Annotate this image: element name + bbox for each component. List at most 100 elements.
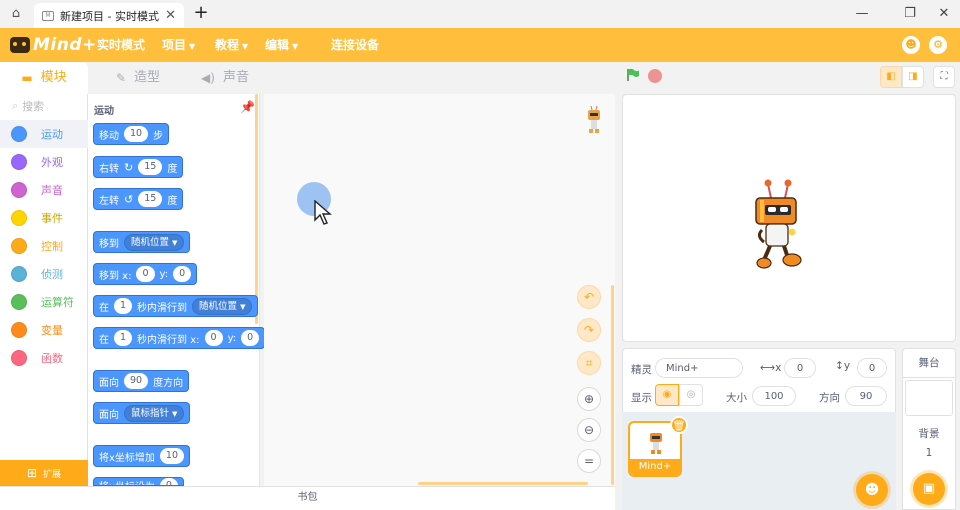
block-dropdown[interactable]: 随机位置 ▼ <box>124 233 185 251</box>
size-input[interactable]: 100 <box>752 386 796 406</box>
block-text: 在 <box>99 302 109 314</box>
robot-account-icon[interactable]: ☻ <box>902 36 920 54</box>
block-number-input[interactable]: 90 <box>124 373 149 389</box>
green-flag-icon[interactable] <box>626 68 640 82</box>
block-turn-left[interactable]: 左转 ↺ 15 度 <box>93 188 184 210</box>
code-workspace[interactable] <box>264 94 615 486</box>
tab-sound[interactable]: ◀) 声音 <box>180 62 270 94</box>
sprite-name-input[interactable]: Mind+ <box>655 358 743 378</box>
block-dropdown[interactable]: 鼠标指针 ▼ <box>124 404 185 422</box>
sprite-card-label: Mind+ <box>630 459 680 475</box>
tutorial-menu[interactable]: 教程 ▼ <box>215 28 248 62</box>
tab-close-icon[interactable]: ✕ <box>165 8 176 23</box>
category-color-dot <box>11 210 27 226</box>
category-item[interactable]: 控制 <box>0 232 88 260</box>
block-number-input[interactable]: 0 <box>159 478 178 485</box>
edit-menu[interactable]: 编辑 ▼ <box>265 28 298 62</box>
block-number-input[interactable]: 10 <box>124 126 149 142</box>
category-item[interactable]: 运动 <box>0 120 88 148</box>
hide-eye-icon[interactable]: ◎ <box>679 384 703 406</box>
palette-scrollbar[interactable] <box>255 94 258 324</box>
redo-icon[interactable]: ↷ <box>577 318 601 342</box>
block-text: 秒内滑行到 x: <box>137 334 200 346</box>
x-position-input[interactable]: 0 <box>784 358 816 378</box>
category-item[interactable]: 外观 <box>0 148 88 176</box>
block-goto-xy[interactable]: 移到 x: 0 y: 0 <box>93 263 198 285</box>
add-backdrop-icon[interactable]: ▣ <box>913 473 945 505</box>
category-label: 外观 <box>41 156 63 169</box>
block-point-towards[interactable]: 面向 鼠标指针 ▼ <box>93 402 191 424</box>
restore-icon[interactable]: ❐ <box>896 4 924 24</box>
block-number-input[interactable]: 10 <box>159 448 185 464</box>
extensions-button[interactable]: ⊞ 扩展 <box>0 460 88 486</box>
window-close-icon[interactable]: ✕ <box>930 4 958 24</box>
block-text: y: <box>159 268 169 280</box>
home-icon[interactable]: ⌂ <box>8 6 24 22</box>
category-color-dot <box>11 322 27 338</box>
browser-tab[interactable]: M 新建项目 - 实时模式 ✕ <box>34 3 184 28</box>
settings-gear-icon[interactable]: ⚙ <box>929 36 947 54</box>
backdrop-count: 1 <box>925 447 933 459</box>
block-number-input[interactable]: 0 <box>136 266 155 282</box>
mode-menu[interactable]: 实时模式 <box>97 28 145 62</box>
category-item[interactable]: 变量 <box>0 316 88 344</box>
connect-device-menu[interactable]: 连接设备 <box>331 28 379 62</box>
zoom-in-icon[interactable]: ⊕ <box>577 387 601 411</box>
search-icon: ⌕ <box>12 99 19 112</box>
large-stage-icon[interactable]: ◨ <box>902 66 924 88</box>
block-change-x[interactable]: 将x坐标增加 10 <box>93 445 191 467</box>
category-label: 变量 <box>41 324 63 337</box>
backdrop-thumbnail[interactable] <box>905 380 953 416</box>
project-menu[interactable]: 项目 ▼ <box>162 28 195 62</box>
add-sprite-icon[interactable]: ☻ <box>856 474 888 506</box>
block-number-input[interactable]: 15 <box>138 159 163 175</box>
stop-icon[interactable] <box>648 69 662 83</box>
tab-code[interactable]: ▬ 模块 <box>0 62 88 94</box>
block-number-input[interactable]: 0 <box>241 330 260 346</box>
dropdown-value: 随机位置 <box>199 300 238 312</box>
block-number-input[interactable]: 1 <box>114 298 133 314</box>
block-number-input[interactable]: 1 <box>114 330 133 346</box>
block-glide-xy[interactable]: 在 1 秒内滑行到 x: 0 y: 0 <box>93 327 266 349</box>
workspace-vertical-scrollbar[interactable] <box>611 285 614 485</box>
block-glide-target[interactable]: 在 1 秒内滑行到 随机位置 ▼ <box>93 295 259 317</box>
new-tab-icon[interactable]: + <box>192 4 210 22</box>
zoom-reset-icon[interactable]: = <box>577 449 601 473</box>
block-turn-right[interactable]: 右转 ↻ 15 度 <box>93 156 184 178</box>
block-goto-target[interactable]: 移到 随机位置 ▼ <box>93 231 191 253</box>
block-number-input[interactable]: 0 <box>173 266 192 282</box>
block-point-direction[interactable]: 面向 90 度方向 <box>93 370 190 392</box>
category-item[interactable]: 侦测 <box>0 260 88 288</box>
trash-icon[interactable]: 🗑 <box>670 416 688 434</box>
direction-input[interactable]: 90 <box>845 386 887 406</box>
category-label: 函数 <box>41 352 63 365</box>
category-item[interactable]: 运算符 <box>0 288 88 316</box>
category-item[interactable]: 声音 <box>0 176 88 204</box>
rotate-right-icon: ↻ <box>124 160 134 174</box>
block-set-x[interactable]: 将x坐标设为 0 <box>93 477 184 486</box>
show-eye-icon[interactable]: ◉ <box>655 384 679 406</box>
speaker-icon: ◀) <box>201 71 215 85</box>
block-move-steps[interactable]: 移动 10 步 <box>93 123 170 145</box>
minimize-icon[interactable]: — <box>848 4 876 24</box>
undo-icon[interactable]: ↶ <box>577 285 601 309</box>
block-search-input[interactable]: ⌕ 搜索 <box>6 96 82 116</box>
backpack-bar[interactable]: 书包 <box>0 486 615 510</box>
category-item[interactable]: 事件 <box>0 204 88 232</box>
dropdown-value: 鼠标指针 <box>131 407 170 419</box>
cleanup-icon[interactable]: ⌗ <box>577 351 601 375</box>
category-label: 运动 <box>41 128 63 141</box>
fullscreen-icon[interactable]: ⛶ <box>933 66 955 88</box>
zoom-out-icon[interactable]: ⊖ <box>577 418 601 442</box>
tab-costume[interactable]: ✎ 造型 <box>88 62 188 94</box>
mindplus-mascot-sprite[interactable] <box>752 178 804 272</box>
block-number-input[interactable]: 15 <box>138 191 163 207</box>
pin-icon[interactable]: 📌 <box>240 100 255 114</box>
y-position-input[interactable]: 0 <box>857 358 887 378</box>
category-item[interactable]: 函数 <box>0 344 88 372</box>
small-stage-icon[interactable]: ◧ <box>880 66 902 88</box>
workspace-horizontal-scrollbar[interactable] <box>418 482 588 485</box>
caret-down-icon: ▼ <box>189 42 196 51</box>
block-dropdown[interactable]: 随机位置 ▼ <box>192 297 253 315</box>
block-number-input[interactable]: 0 <box>204 330 223 346</box>
